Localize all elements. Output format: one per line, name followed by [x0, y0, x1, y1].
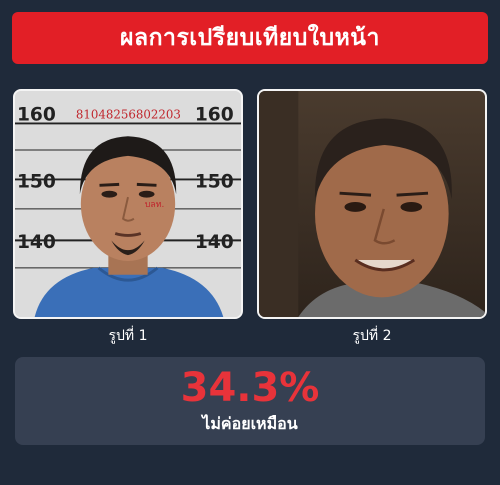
- photo-1-caption: รูปที่ 1: [108, 328, 148, 344]
- similarity-percent: 34.3%: [180, 364, 320, 411]
- photo-2-image: [259, 91, 485, 317]
- photo-2[interactable]: [257, 89, 487, 319]
- ruler-left-150: 150: [17, 171, 56, 192]
- photo-1[interactable]: 160 150 140 160 150 140 81048256802203 บ…: [13, 89, 243, 319]
- ruler-right-140: 140: [195, 232, 234, 253]
- similarity-label: ไม่ค่อยเหมือน: [202, 413, 298, 433]
- ruler-left-140: 140: [17, 232, 56, 253]
- photo-1-image: 160 150 140 160 150 140 81048256802203 บ…: [15, 91, 241, 317]
- ruler-right-150: 150: [195, 171, 234, 192]
- ruler-right-160: 160: [195, 104, 234, 125]
- header-title: ผลการเปรียบเทียบใบหน้า: [120, 25, 380, 51]
- header-banner: ผลการเปรียบเทียบใบหน้า: [12, 12, 488, 64]
- result-card: 34.3% ไม่ค่อยเหมือน: [15, 357, 485, 445]
- stamp-mark: บลท.: [145, 200, 165, 210]
- stamp-number: 81048256802203: [76, 108, 181, 122]
- ruler-left-160: 160: [17, 104, 56, 125]
- photo-2-caption: รูปที่ 2: [352, 328, 392, 344]
